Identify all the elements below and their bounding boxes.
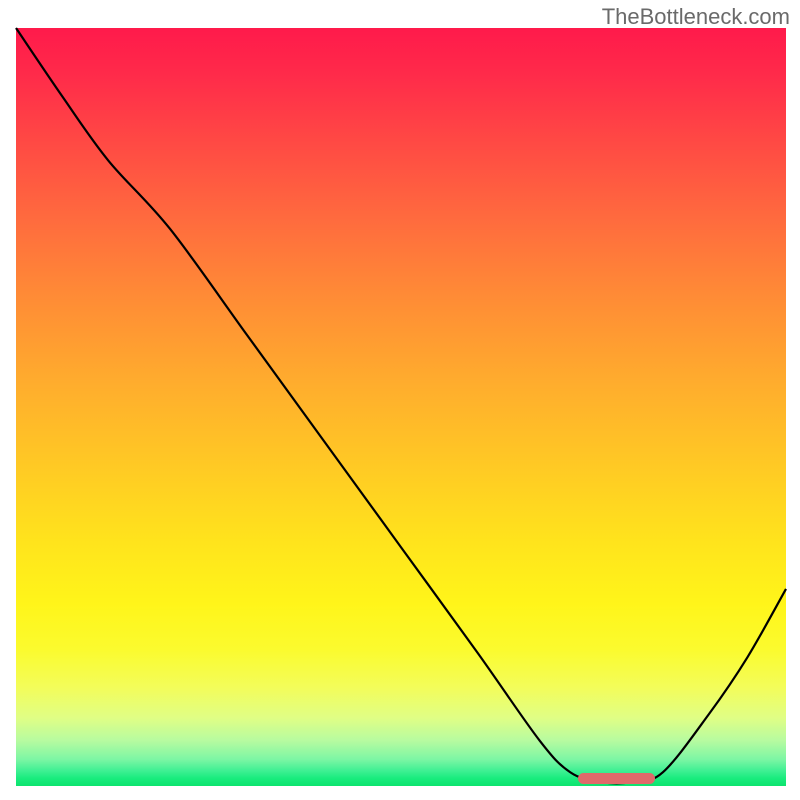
bottleneck-curve <box>16 28 786 786</box>
plot-area <box>16 28 786 786</box>
optimal-range-bar <box>578 773 655 784</box>
watermark-text: TheBottleneck.com <box>602 4 790 30</box>
curve-path <box>16 28 786 783</box>
